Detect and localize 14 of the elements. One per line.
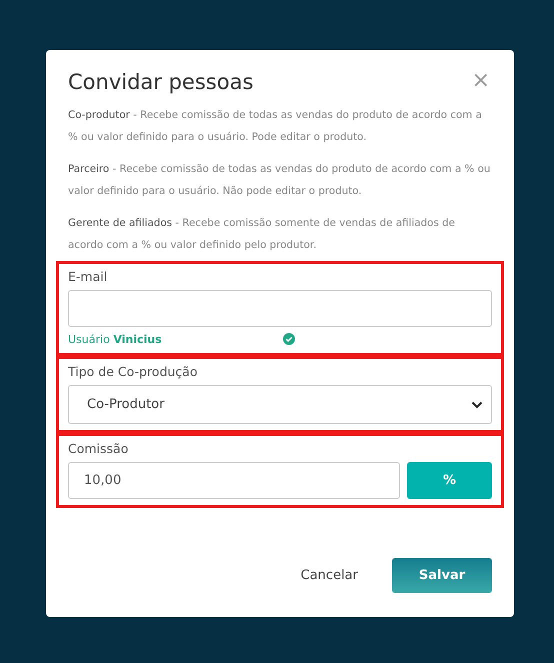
field-label: Tipo de Co-produção xyxy=(68,364,198,379)
dialog-title: Convidar pessoas xyxy=(68,69,254,94)
role-description: Gerente de afiliados - Recebe comissão somente de vendas de afiliados de acordo com a % ou valor definido pelo produtor. xyxy=(68,216,456,253)
role-description: Co-produtor - Recebe comissão de todas as vendas do produto de acordo com a % ou valor definido para o usuário. Pode editar o produto. xyxy=(68,108,483,145)
save-button[interactable]: Salvar xyxy=(392,558,492,593)
cancel-button[interactable]: Cancelar xyxy=(294,568,364,583)
chevron-down-icon xyxy=(471,400,483,410)
email-field[interactable] xyxy=(68,290,492,327)
user-hint: Usuário Vinicius xyxy=(68,332,163,346)
type-select[interactable]: Co-Produtor xyxy=(68,385,492,424)
role-description: Parceiro - Recebe comissão de todas as vendas do produto de acordo com a % ou valor definido para o usuário. Não pode editar o produto. xyxy=(68,162,492,199)
commission-field[interactable]: 10,00 xyxy=(68,462,400,499)
field-label: Comissão xyxy=(68,441,130,456)
field-label: E-mail xyxy=(68,269,108,284)
